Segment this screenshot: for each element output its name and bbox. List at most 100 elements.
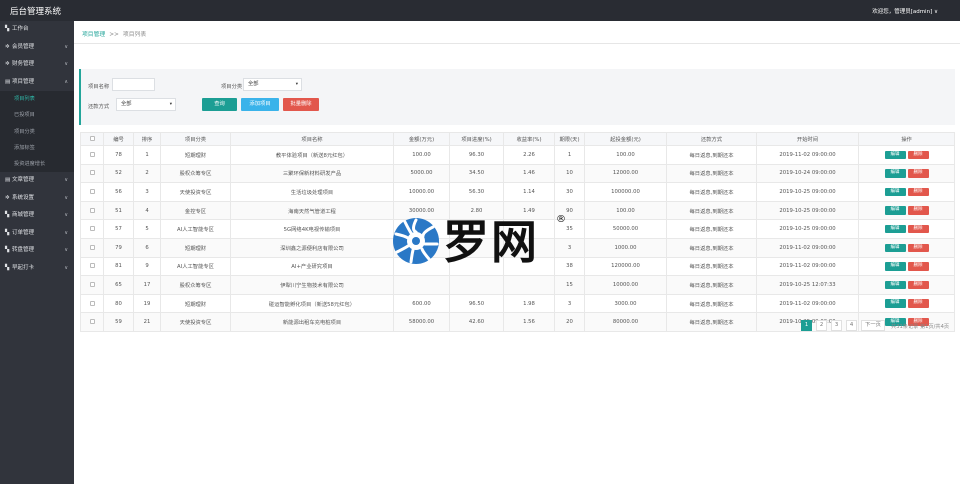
sidebar-subitem-add-tag[interactable]: 添加标签 — [0, 140, 74, 156]
table-cell: 6 — [133, 237, 161, 258]
row-checkbox-cell[interactable] — [80, 200, 104, 221]
row-checkbox-cell[interactable] — [80, 275, 104, 295]
breadcrumb-separator: >> — [109, 32, 119, 38]
table-cell: 深圳鑫之源便利店有限公司 — [230, 237, 394, 258]
edit-button[interactable]: 编辑 — [884, 243, 906, 253]
chevron-down-icon: ∨ — [64, 264, 68, 271]
watermark-logo: 罗网 ® — [391, 214, 576, 274]
column-header: 期限(天) — [554, 132, 585, 146]
delete-button[interactable]: 删除 — [907, 150, 929, 160]
checkbox[interactable] — [89, 207, 95, 213]
table-cell: 3 — [554, 293, 585, 314]
add-project-button[interactable]: 添加项目 — [241, 98, 279, 111]
delete-button[interactable]: 删除 — [907, 169, 929, 178]
sidebar-item-settings[interactable]: ✲ 系统设置 ∨ — [0, 190, 74, 208]
page-button[interactable]: 1 — [801, 320, 812, 331]
edit-button[interactable]: 编辑 — [884, 280, 906, 290]
sidebar-item-label: 商城管理 — [12, 212, 35, 219]
delete-button[interactable]: 删除 — [907, 280, 929, 290]
checkbox[interactable] — [89, 281, 95, 287]
page-button[interactable]: 2 — [816, 320, 827, 331]
checkbox[interactable] — [89, 244, 95, 250]
sidebar-item-mall[interactable]: ▚ 商城管理 ∨ — [0, 207, 74, 225]
table-cell: 100.00 — [393, 145, 450, 165]
page-button[interactable]: 4 — [846, 320, 857, 331]
sidebar-item-orders[interactable]: ▚ 订单管理 ∨ — [0, 225, 74, 243]
delete-button[interactable]: 删除 — [907, 299, 929, 308]
repay-method-value: 全部 — [121, 101, 132, 107]
repay-method-select[interactable]: 全部 ▾ — [116, 98, 176, 111]
sidebar-item-projects[interactable]: ▤ 项目管理 ∧ — [0, 74, 74, 92]
project-category-select[interactable]: 全部 ▾ — [243, 78, 302, 91]
row-checkbox-cell[interactable] — [80, 182, 104, 202]
row-checkbox-cell[interactable] — [80, 237, 104, 258]
row-checkbox-cell[interactable] — [80, 293, 104, 314]
row-checkbox-cell[interactable] — [80, 163, 104, 184]
table-cell: 34.50 — [449, 163, 504, 184]
chevron-down-icon: ∨ — [64, 177, 68, 184]
sidebar-item-members[interactable]: ✲ 会员管理 ∨ — [0, 39, 74, 57]
table-cell: 19 — [133, 293, 161, 314]
table-cell: 1 — [554, 145, 585, 165]
checkbox[interactable] — [89, 319, 95, 325]
row-checkbox-cell[interactable] — [80, 256, 104, 277]
checkbox[interactable] — [89, 136, 95, 141]
table-cell: 2 — [133, 163, 161, 184]
delete-button[interactable]: 删除 — [907, 187, 929, 197]
sidebar-item-checkin[interactable]: ▚ 早起打卡 ∨ — [0, 260, 74, 278]
checkbox[interactable] — [89, 188, 95, 194]
next-page-button[interactable]: 下一页 — [861, 320, 885, 331]
edit-button[interactable]: 编辑 — [884, 169, 906, 178]
column-header: 项目分类 — [160, 132, 231, 146]
chevron-down-icon: ∨ — [64, 43, 68, 50]
list-icon: ▚ — [5, 247, 10, 254]
sidebar-subitem-project-categories[interactable]: 项目分类 — [0, 124, 74, 140]
delete-button[interactable]: 删除 — [907, 243, 929, 253]
page-button[interactable]: 3 — [831, 320, 842, 331]
edit-button[interactable]: 编辑 — [884, 299, 906, 308]
sidebar-subitem-project-list[interactable]: 项目列表 — [0, 91, 74, 107]
delete-button[interactable]: 删除 — [907, 262, 929, 271]
checkbox[interactable] — [89, 151, 95, 157]
query-button[interactable]: 查询 — [202, 98, 237, 111]
checkbox[interactable] — [89, 300, 95, 306]
table-cell: 新能源出租车充电桩项目 — [230, 312, 394, 332]
sidebar-subitem-progress-growth[interactable]: 投资进度增长 — [0, 156, 74, 172]
edit-button[interactable]: 编辑 — [884, 262, 906, 271]
table-cell: 42.60 — [449, 312, 504, 332]
row-checkbox-cell[interactable] — [80, 219, 104, 239]
row-checkbox-cell[interactable] — [80, 312, 104, 332]
table-cell: 65 — [103, 275, 134, 295]
checkbox[interactable] — [89, 226, 95, 232]
delete-button[interactable]: 删除 — [907, 224, 929, 234]
edit-button[interactable]: 编辑 — [884, 206, 906, 215]
edit-button[interactable]: 编辑 — [884, 187, 906, 197]
table-cell: 每日返息,到期还本 — [666, 256, 757, 277]
sidebar-item-wheel[interactable]: ▚ 转盘管理 ∨ — [0, 242, 74, 260]
checkbox[interactable] — [89, 263, 95, 269]
chevron-down-icon: ▾ — [169, 102, 172, 107]
project-name-input[interactable] — [112, 78, 155, 91]
list-icon: ▤ — [5, 78, 11, 85]
delete-button[interactable]: 删除 — [907, 206, 929, 215]
row-checkbox-cell[interactable] — [80, 145, 104, 165]
select-all-checkbox[interactable] — [80, 132, 104, 146]
sidebar-item-articles[interactable]: ▤ 文章管理 ∨ — [0, 172, 74, 190]
table-cell: 50000.00 — [584, 219, 667, 239]
edit-button[interactable]: 编辑 — [884, 150, 906, 160]
table-cell: 52 — [103, 163, 134, 184]
table-cell: 1000.00 — [584, 237, 667, 258]
sidebar-item-dashboard[interactable]: ▚ 工作台 — [0, 21, 74, 39]
app-title: 后台管理系统 — [10, 7, 62, 17]
checkbox[interactable] — [89, 170, 95, 176]
breadcrumb-current: 项目列表 — [122, 32, 147, 38]
sidebar-subitem-invested-projects[interactable]: 已投项目 — [0, 107, 74, 123]
edit-button[interactable]: 编辑 — [884, 224, 906, 234]
table-cell: 79 — [103, 237, 134, 258]
user-menu[interactable]: 欢迎您，管理员[admin] ∨ — [872, 7, 938, 15]
table-cell: 2.26 — [503, 145, 555, 165]
table-cell: 10000.00 — [393, 182, 450, 202]
batch-delete-button[interactable]: 批量删除 — [283, 98, 319, 111]
breadcrumb-link-projects[interactable]: 项目管理 — [82, 32, 105, 38]
sidebar-item-finance[interactable]: ✲ 财务管理 ∨ — [0, 56, 74, 74]
